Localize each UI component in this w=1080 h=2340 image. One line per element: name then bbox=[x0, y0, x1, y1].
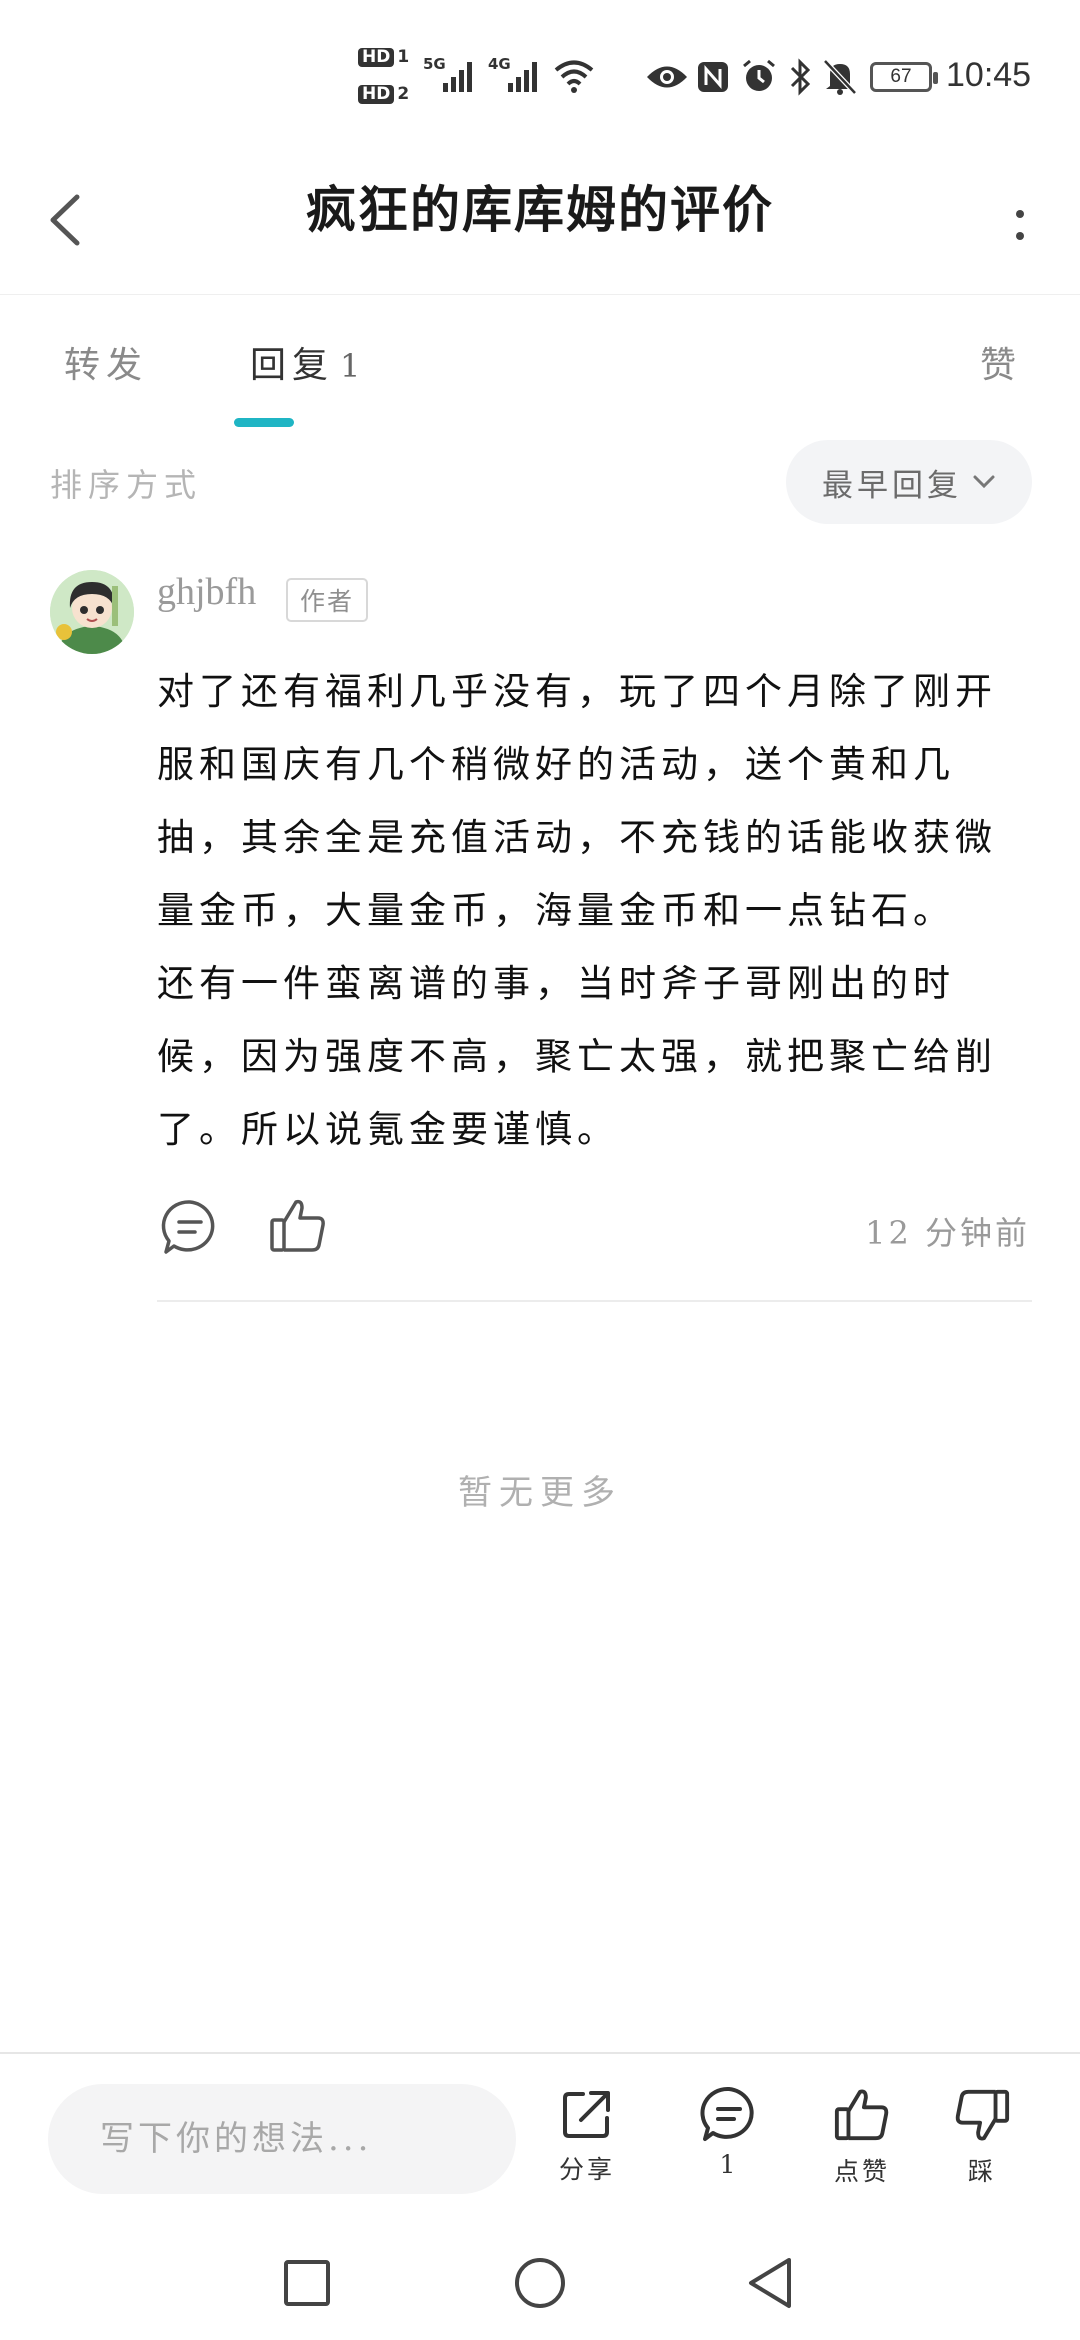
tab-replies[interactable]: 回复 1 bbox=[250, 336, 360, 388]
tab-replies-label: 回复 bbox=[250, 345, 335, 386]
chevron-down-icon bbox=[973, 475, 995, 489]
share-icon bbox=[563, 2091, 610, 2138]
clock-time: 10:45 bbox=[946, 56, 1032, 94]
comments-button[interactable]: 1 bbox=[679, 2086, 779, 2179]
eye-icon bbox=[645, 62, 689, 92]
tab-likes[interactable]: 赞 bbox=[980, 336, 1022, 388]
hd1-number: 1 bbox=[397, 47, 410, 67]
like-label: 点赞 bbox=[833, 2157, 890, 2186]
more-vertical-icon bbox=[1016, 210, 1024, 240]
chevron-left-icon bbox=[50, 194, 80, 246]
like-post-button[interactable]: 点赞 bbox=[812, 2086, 912, 2188]
list-end-message: 暂无更多 bbox=[458, 1473, 622, 1513]
network-type-1: 5G bbox=[423, 55, 446, 73]
more-options-button[interactable] bbox=[990, 185, 1050, 265]
alarm-icon bbox=[740, 58, 778, 96]
hd1-label: HD bbox=[358, 48, 395, 67]
hd2-label: HD bbox=[358, 85, 395, 104]
comment-text: 对了还有福利几乎没有，玩了四个月除了刚开服和国庆有几个稍微好的活动，送个黄和几抽… bbox=[157, 655, 1007, 1166]
active-tab-indicator bbox=[234, 418, 294, 427]
thumbs-up-icon bbox=[270, 1199, 325, 1252]
thumbs-up-icon bbox=[834, 2089, 889, 2141]
app-header: 疯狂的库库姆的评价 bbox=[0, 150, 1080, 295]
mute-icon bbox=[822, 58, 858, 96]
system-navigation-bar bbox=[0, 2225, 1080, 2340]
reply-input[interactable] bbox=[48, 2084, 516, 2194]
user-avatar-image bbox=[50, 570, 134, 654]
author-badge: 作者 bbox=[286, 578, 368, 622]
back-nav-button[interactable] bbox=[735, 2253, 805, 2313]
signal-1: 5G bbox=[423, 55, 479, 97]
battery-indicator: 67 bbox=[870, 62, 938, 92]
home-button[interactable] bbox=[505, 2253, 575, 2313]
recent-apps-button[interactable] bbox=[272, 2253, 342, 2313]
bottom-action-bar: 分享 1 点赞 踩 bbox=[0, 2052, 1080, 2225]
sort-label: 排序方式 bbox=[50, 466, 203, 504]
chat-bubble-icon bbox=[161, 1200, 215, 1254]
dislike-label: 踩 bbox=[967, 2157, 996, 2186]
triangle-back-icon bbox=[749, 2258, 791, 2308]
square-icon bbox=[284, 2260, 330, 2306]
battery-level: 67 bbox=[890, 66, 912, 87]
tab-likes-label: 赞 bbox=[980, 345, 1023, 386]
circle-icon bbox=[515, 2258, 565, 2308]
hd2-number: 2 bbox=[397, 84, 410, 104]
reply-button[interactable] bbox=[160, 1198, 220, 1256]
like-button[interactable] bbox=[268, 1196, 328, 1256]
signal-2: 4G bbox=[488, 55, 544, 97]
bluetooth-icon bbox=[788, 58, 812, 96]
nfc-icon bbox=[696, 60, 730, 94]
comment-count: 1 bbox=[719, 2150, 739, 2179]
divider bbox=[157, 1300, 1032, 1302]
page-title: 疯狂的库库姆的评价 bbox=[306, 180, 774, 239]
network-type-2: 4G bbox=[488, 55, 511, 73]
clock: 10:45 bbox=[946, 56, 1031, 95]
wifi-icon bbox=[553, 58, 595, 94]
tab-forward-label: 转发 bbox=[64, 345, 149, 386]
tab-bar: 转发 回复 1 赞 bbox=[0, 296, 1080, 436]
hd1-indicator: HD 1 bbox=[358, 48, 409, 67]
chat-bubble-icon bbox=[700, 2086, 754, 2141]
dislike-button[interactable]: 踩 bbox=[932, 2086, 1032, 2188]
share-button[interactable]: 分享 bbox=[537, 2086, 637, 2186]
back-button[interactable] bbox=[30, 180, 100, 260]
tab-replies-count: 1 bbox=[340, 347, 361, 385]
avatar[interactable] bbox=[50, 570, 134, 654]
hd2-indicator: HD 2 bbox=[358, 85, 409, 104]
status-bar: HD 1 HD 2 5G 4G 67 10:45 bbox=[0, 0, 1080, 150]
tab-forward[interactable]: 转发 bbox=[64, 336, 148, 388]
thumbs-down-icon bbox=[955, 2089, 1010, 2141]
comment-paragraph: 还有一件蛮离谱的事，当时斧子哥刚出的时候，因为强度不高，聚亡太强，就把聚亡给削了… bbox=[157, 962, 997, 1151]
sort-selected-value: 最早回复 bbox=[822, 467, 962, 504]
comment-paragraph: 对了还有福利几乎没有，玩了四个月除了刚开服和国庆有几个稍微好的活动，送个黄和几抽… bbox=[157, 670, 997, 932]
share-label: 分享 bbox=[558, 2155, 615, 2184]
comment-timestamp: 12 分钟前 bbox=[865, 1214, 1030, 1252]
username[interactable]: ghjbfh bbox=[157, 570, 256, 614]
sort-dropdown[interactable]: 最早回复 bbox=[786, 440, 1032, 524]
